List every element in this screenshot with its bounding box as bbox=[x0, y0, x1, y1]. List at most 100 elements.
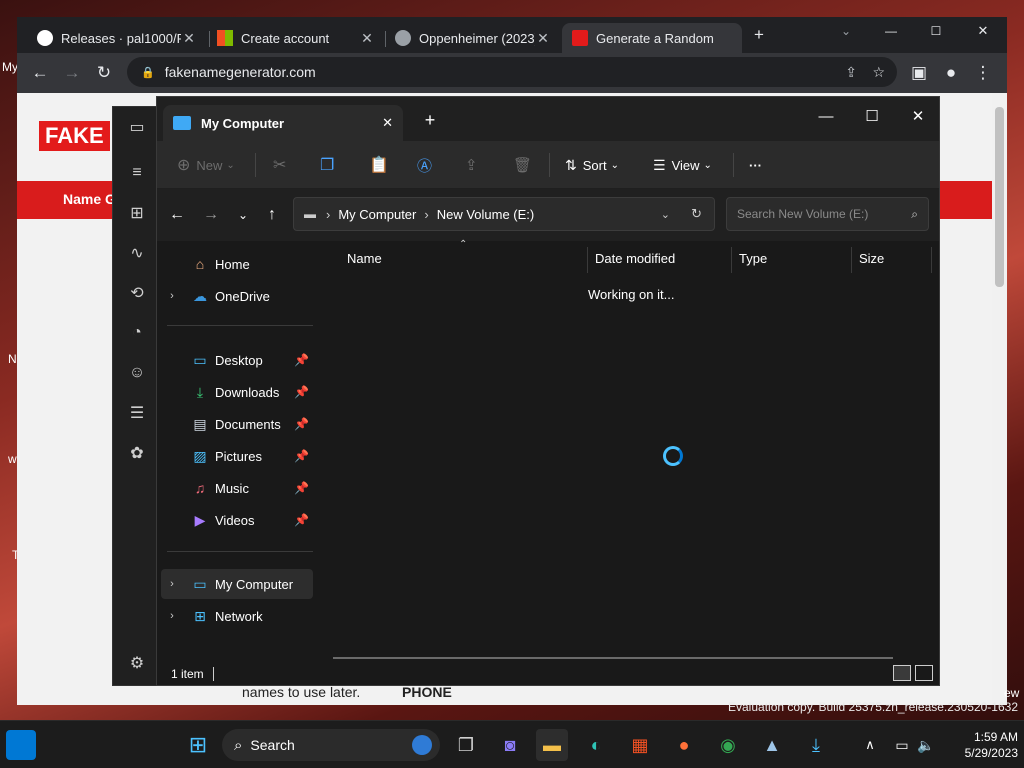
speed-icon[interactable]: ◔ bbox=[125, 321, 149, 345]
taskbar-search[interactable]: ⌕ Search bbox=[222, 729, 440, 761]
site-nav-item[interactable]: Name G bbox=[63, 191, 116, 207]
new-tab-button[interactable]: + bbox=[745, 21, 773, 49]
column-separator[interactable] bbox=[851, 247, 852, 273]
close-tab-icon[interactable]: ✕ bbox=[382, 115, 393, 131]
tab-search-icon[interactable]: ⌄ bbox=[832, 17, 860, 45]
delete-icon[interactable]: 🗑 bbox=[513, 151, 532, 179]
nav-item-videos[interactable]: ▶ Videos 📌 bbox=[161, 505, 313, 535]
nav-item-music[interactable]: ♫ Music 📌 bbox=[161, 473, 313, 503]
new-tab-button[interactable]: + bbox=[407, 105, 453, 135]
nav-item-onedrive[interactable]: › ☁ OneDrive bbox=[161, 281, 313, 311]
desktop-icon-label[interactable]: My bbox=[2, 60, 18, 74]
sort-button[interactable]: ⇅ Sort ⌄ bbox=[565, 151, 619, 179]
chevron-right-icon[interactable]: › bbox=[161, 290, 183, 302]
search-input[interactable]: Search New Volume (E:) ⌕ bbox=[726, 197, 929, 231]
nav-item-downloads[interactable]: ⤓ Downloads 📌 bbox=[161, 377, 313, 407]
menu-icon[interactable]: ⋮ bbox=[969, 59, 997, 87]
chevron-up-icon[interactable]: ∧ bbox=[854, 729, 886, 761]
widgets-icon[interactable] bbox=[6, 730, 36, 760]
more-options-button[interactable]: ··· bbox=[749, 151, 762, 179]
column-header-size[interactable]: Size bbox=[859, 251, 884, 266]
browser-tab[interactable]: Oppenheimer (2023) ✕ bbox=[385, 23, 561, 53]
firefox-icon[interactable]: ● bbox=[668, 729, 700, 761]
paste-icon[interactable]: 📋 bbox=[369, 151, 389, 179]
column-separator[interactable] bbox=[731, 247, 732, 273]
maximize-button[interactable]: ☐ bbox=[849, 101, 895, 131]
reload-icon[interactable]: ↻ bbox=[90, 59, 118, 87]
chrome-icon[interactable]: ◉ bbox=[712, 729, 744, 761]
profile-icon[interactable]: ● bbox=[937, 59, 965, 87]
close-icon[interactable]: ✕ bbox=[181, 30, 197, 47]
minimize-button[interactable]: — bbox=[877, 17, 905, 45]
column-separator[interactable] bbox=[587, 247, 588, 273]
tiles-view-icon[interactable] bbox=[915, 665, 933, 681]
close-window-button[interactable]: ✕ bbox=[895, 101, 941, 131]
details-view-icon[interactable] bbox=[893, 665, 911, 681]
share-icon[interactable]: ⇪ bbox=[465, 151, 478, 179]
nav-item-desktop[interactable]: ▭ Desktop 📌 bbox=[161, 345, 313, 375]
pin-icon[interactable]: 📌 bbox=[294, 385, 309, 399]
new-button[interactable]: ⊕ New ⌄ bbox=[177, 151, 235, 179]
nav-item-pictures[interactable]: ▨ Pictures 📌 bbox=[161, 441, 313, 471]
pin-icon[interactable]: 📌 bbox=[294, 353, 309, 367]
volume-icon[interactable]: 🔈 bbox=[910, 729, 942, 761]
bookmark-star-icon[interactable]: ☆ bbox=[872, 64, 885, 81]
browser-tab[interactable]: Create account ✕ bbox=[207, 23, 385, 53]
nav-item-my-computer[interactable]: › ▭ My Computer bbox=[161, 569, 313, 599]
pin-icon[interactable]: 📌 bbox=[294, 449, 309, 463]
column-header-name[interactable]: Name bbox=[347, 251, 382, 266]
pin-icon[interactable]: 📌 bbox=[294, 417, 309, 431]
page-scrollbar[interactable] bbox=[992, 93, 1007, 705]
browser-tab[interactable]: Releases · pal1000/Re ✕ bbox=[27, 23, 207, 53]
address-bar[interactable]: 🔒 fakenamegenerator.com ⇪ ☆ bbox=[127, 57, 897, 87]
breadcrumb-item[interactable]: My Computer bbox=[338, 207, 416, 222]
desktop-icon-label[interactable]: w bbox=[8, 452, 17, 466]
side-panel-icon[interactable]: ▣ bbox=[905, 59, 933, 87]
refresh-icon[interactable]: ↻ bbox=[691, 206, 702, 222]
start-icon[interactable]: ⊞ bbox=[182, 729, 214, 761]
site-logo[interactable]: FAKE bbox=[39, 121, 110, 151]
rename-icon[interactable]: Ⓐ bbox=[417, 151, 432, 179]
pin-icon[interactable]: 📌 bbox=[294, 481, 309, 495]
chevron-right-icon[interactable]: › bbox=[161, 578, 183, 590]
puzzle-icon[interactable]: ✿ bbox=[125, 441, 149, 465]
users-icon[interactable]: ☺ bbox=[125, 361, 149, 385]
recent-locations-icon[interactable]: ⌄ bbox=[231, 203, 255, 227]
settings-gear-icon[interactable]: ⚙ bbox=[125, 651, 149, 675]
activity-icon[interactable]: ∿ bbox=[125, 241, 149, 265]
photos-icon[interactable]: ▲ bbox=[756, 729, 788, 761]
forward-icon[interactable]: → bbox=[58, 59, 86, 87]
chevron-right-icon[interactable]: › bbox=[161, 610, 183, 622]
up-icon[interactable]: ↑ bbox=[260, 203, 284, 227]
minimize-button[interactable]: — bbox=[803, 101, 849, 131]
back-icon[interactable]: ← bbox=[26, 59, 54, 87]
history-icon[interactable]: ⟲ bbox=[125, 281, 149, 305]
store-icon[interactable]: ▦ bbox=[624, 729, 656, 761]
horizontal-scrollbar[interactable] bbox=[333, 657, 893, 659]
breadcrumb-item[interactable]: New Volume (E:) bbox=[437, 207, 535, 222]
view-button[interactable]: ☰ View ⌄ bbox=[653, 151, 712, 179]
address-bar[interactable]: ▬ › My Computer › New Volume (E:) ⌄ ↻ bbox=[293, 197, 715, 231]
share-icon[interactable]: ⇪ bbox=[845, 64, 857, 81]
close-icon[interactable]: ✕ bbox=[535, 30, 551, 47]
close-icon[interactable]: ✕ bbox=[359, 30, 375, 47]
close-window-button[interactable]: ✕ bbox=[969, 17, 997, 45]
nav-item-home[interactable]: ⌂ Home bbox=[161, 249, 313, 279]
teams-chat-icon[interactable]: ◙ bbox=[494, 729, 526, 761]
scrollbar-thumb[interactable] bbox=[995, 107, 1004, 287]
chevron-down-icon[interactable]: ⌄ bbox=[661, 208, 670, 221]
browser-tab-active[interactable]: Generate a Random bbox=[562, 23, 742, 53]
column-header-type[interactable]: Type bbox=[739, 251, 767, 266]
edge-icon[interactable]: ◐ bbox=[580, 729, 612, 761]
image-icon[interactable]: ▭ bbox=[125, 115, 149, 139]
copy-icon[interactable]: ❐ bbox=[320, 151, 334, 179]
desktop-icon-label[interactable]: N bbox=[8, 352, 17, 366]
cut-icon[interactable]: ✂ bbox=[273, 151, 286, 179]
system-clock[interactable]: 1:59 AM 5/29/2023 bbox=[965, 729, 1018, 761]
column-separator[interactable] bbox=[931, 247, 932, 273]
explorer-tab[interactable]: My Computer ✕ bbox=[163, 105, 403, 141]
list-icon[interactable]: ☰ bbox=[125, 401, 149, 425]
hamburger-icon[interactable]: ≡ bbox=[125, 161, 149, 185]
back-icon[interactable]: ← bbox=[165, 203, 189, 227]
maximize-button[interactable]: ☐ bbox=[922, 17, 950, 45]
